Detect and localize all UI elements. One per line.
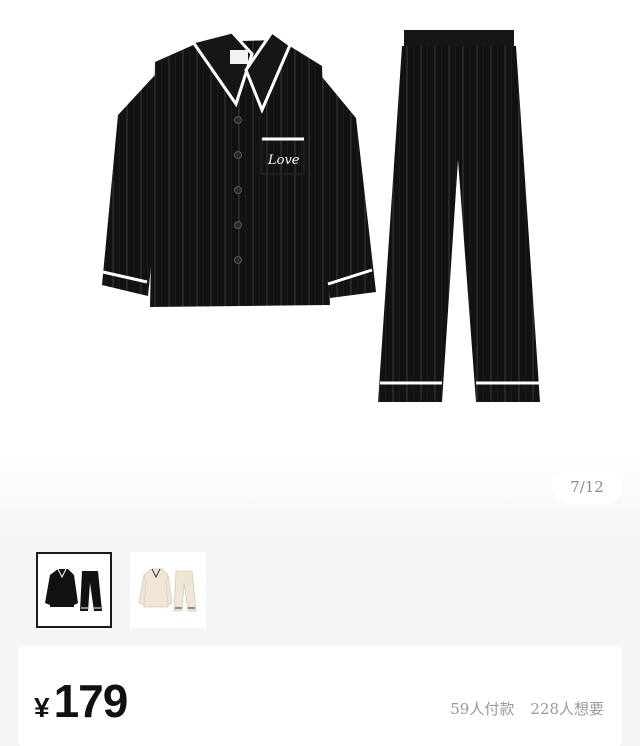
wanted-count: 228人想要: [530, 700, 604, 718]
paid-count: 59人付款: [450, 700, 515, 718]
pajama-set-image: Love: [102, 29, 540, 402]
thumbnail-black-set[interactable]: [36, 552, 112, 628]
pajama-pants: [378, 30, 540, 402]
thumbnail-strip: [36, 552, 206, 632]
currency-symbol: ¥: [34, 692, 50, 723]
sales-stats: 59人付款 228人想要: [450, 698, 604, 719]
black-pajama-thumbnail-image: [45, 568, 102, 611]
price-amount: 179: [53, 675, 129, 727]
product-image-viewer[interactable]: Love 7/12: [0, 0, 640, 540]
image-page-indicator: 7/12: [552, 470, 622, 504]
thumbnail-beige-set[interactable]: [130, 552, 206, 628]
price: ¥ 179: [34, 674, 129, 728]
price-card: ¥ 179 59人付款 228人想要: [18, 646, 622, 746]
pajama-shirt: Love: [102, 29, 376, 307]
beige-pajama-thumbnail-image: [138, 568, 197, 612]
pocket-embroidery: Love: [267, 153, 300, 168]
